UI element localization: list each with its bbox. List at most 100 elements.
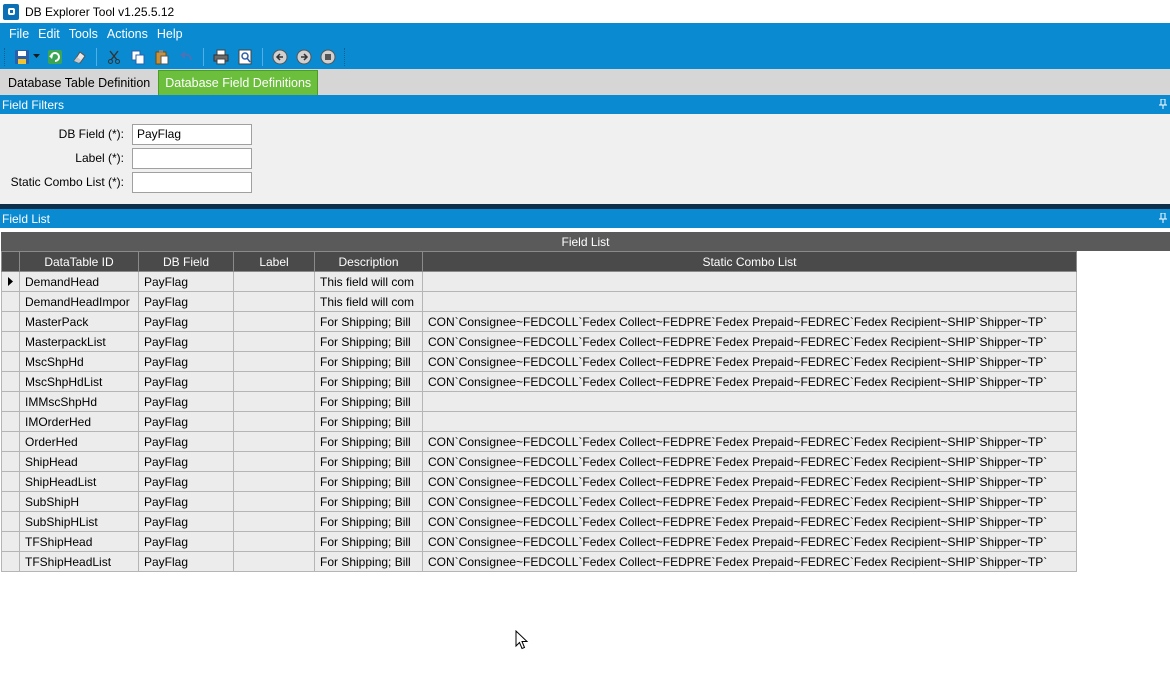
table-row[interactable]: IMOrderHed PayFlag For Shipping; Bill xyxy=(1,411,1077,432)
back-icon[interactable] xyxy=(271,48,289,66)
cell-label[interactable] xyxy=(233,471,315,492)
cell-description[interactable]: For Shipping; Bill xyxy=(314,411,423,432)
pin-icon[interactable] xyxy=(1159,213,1167,223)
cell-datatable-id[interactable]: MscShpHdList xyxy=(19,371,139,392)
cell-db-field[interactable]: PayFlag xyxy=(138,451,234,472)
menu-edit[interactable]: Edit xyxy=(38,27,60,41)
row-selector[interactable] xyxy=(1,391,20,412)
clear-icon[interactable] xyxy=(70,48,88,66)
tab-database-field-definitions[interactable]: Database Field Definitions xyxy=(158,70,319,95)
row-selector[interactable] xyxy=(1,411,20,432)
row-selector[interactable] xyxy=(1,331,20,352)
cell-static-combo-list[interactable]: CON`Consignee~FEDCOLL`Fedex Collect~FEDP… xyxy=(422,451,1077,472)
cell-static-combo-list[interactable] xyxy=(422,391,1077,412)
cell-db-field[interactable]: PayFlag xyxy=(138,471,234,492)
table-row[interactable]: MasterPack PayFlag For Shipping; Bill CON`C… xyxy=(1,311,1077,332)
cell-label[interactable] xyxy=(233,431,315,452)
cell-datatable-id[interactable]: IMOrderHed xyxy=(19,411,139,432)
menu-help[interactable]: Help xyxy=(157,27,183,41)
table-row[interactable]: SubShipH PayFlag For Shipping; Bill CON`Con… xyxy=(1,491,1077,512)
cell-datatable-id[interactable]: SubShipHList xyxy=(19,511,139,532)
cell-datatable-id[interactable]: DemandHead xyxy=(19,271,139,292)
cut-icon[interactable] xyxy=(105,48,123,66)
cell-datatable-id[interactable]: OrderHed xyxy=(19,431,139,452)
cell-description[interactable]: For Shipping; Bill xyxy=(314,431,423,452)
table-row[interactable]: ShipHead PayFlag For Shipping; Bill CON`Con… xyxy=(1,451,1077,472)
undo-icon[interactable] xyxy=(177,48,195,66)
cell-db-field[interactable]: PayFlag xyxy=(138,271,234,292)
cell-static-combo-list[interactable] xyxy=(422,411,1077,432)
row-selector[interactable] xyxy=(1,311,20,332)
cell-datatable-id[interactable]: SubShipH xyxy=(19,491,139,512)
column-header-datatable-id[interactable]: DataTable ID xyxy=(19,251,139,272)
cell-description[interactable]: This field will com xyxy=(314,271,423,292)
row-selector[interactable] xyxy=(1,491,20,512)
cell-datatable-id[interactable]: TFShipHeadList xyxy=(19,551,139,572)
cell-label[interactable] xyxy=(233,511,315,532)
menu-actions[interactable]: Actions xyxy=(107,27,148,41)
row-selector[interactable] xyxy=(1,551,20,572)
cell-datatable-id[interactable]: MasterpackList xyxy=(19,331,139,352)
cell-db-field[interactable]: PayFlag xyxy=(138,371,234,392)
print-preview-icon[interactable] xyxy=(236,48,254,66)
column-header-label[interactable]: Label xyxy=(233,251,315,272)
cell-label[interactable] xyxy=(233,531,315,552)
cell-static-combo-list[interactable]: CON`Consignee~FEDCOLL`Fedex Collect~FEDP… xyxy=(422,511,1077,532)
cell-static-combo-list[interactable]: CON`Consignee~FEDCOLL`Fedex Collect~FEDP… xyxy=(422,431,1077,452)
cell-datatable-id[interactable]: TFShipHead xyxy=(19,531,139,552)
save-icon[interactable] xyxy=(13,48,31,66)
stop-icon[interactable] xyxy=(319,48,337,66)
cell-static-combo-list[interactable]: CON`Consignee~FEDCOLL`Fedex Collect~FEDP… xyxy=(422,371,1077,392)
row-selector[interactable] xyxy=(1,531,20,552)
column-header-description[interactable]: Description xyxy=(314,251,423,272)
table-row[interactable]: IMMscShpHd PayFlag For Shipping; Bill xyxy=(1,391,1077,412)
cell-static-combo-list[interactable]: CON`Consignee~FEDCOLL`Fedex Collect~FEDP… xyxy=(422,551,1077,572)
row-selector[interactable] xyxy=(1,271,20,292)
cell-description[interactable]: For Shipping; Bill xyxy=(314,451,423,472)
cell-db-field[interactable]: PayFlag xyxy=(138,511,234,532)
cell-description[interactable]: For Shipping; Bill xyxy=(314,351,423,372)
cell-db-field[interactable]: PayFlag xyxy=(138,531,234,552)
cell-static-combo-list[interactable]: CON`Consignee~FEDCOLL`Fedex Collect~FEDP… xyxy=(422,471,1077,492)
cell-label[interactable] xyxy=(233,351,315,372)
cell-db-field[interactable]: PayFlag xyxy=(138,411,234,432)
row-selector[interactable] xyxy=(1,291,20,312)
cell-static-combo-list[interactable]: CON`Consignee~FEDCOLL`Fedex Collect~FEDP… xyxy=(422,331,1077,352)
cell-static-combo-list[interactable]: CON`Consignee~FEDCOLL`Fedex Collect~FEDP… xyxy=(422,491,1077,512)
cell-label[interactable] xyxy=(233,491,315,512)
cell-db-field[interactable]: PayFlag xyxy=(138,391,234,412)
cell-datatable-id[interactable]: IMMscShpHd xyxy=(19,391,139,412)
cell-static-combo-list[interactable]: CON`Consignee~FEDCOLL`Fedex Collect~FEDP… xyxy=(422,531,1077,552)
cell-description[interactable]: For Shipping; Bill xyxy=(314,391,423,412)
table-row[interactable]: SubShipHList PayFlag For Shipping; Bill CON… xyxy=(1,511,1077,532)
table-row[interactable]: MscShpHd PayFlag For Shipping; Bill CON`Con… xyxy=(1,351,1077,372)
toolbar-grip[interactable] xyxy=(4,47,7,66)
cell-label[interactable] xyxy=(233,291,315,312)
cell-datatable-id[interactable]: MscShpHd xyxy=(19,351,139,372)
table-row[interactable]: OrderHed PayFlag For Shipping; Bill CON`Con… xyxy=(1,431,1077,452)
cell-static-combo-list[interactable] xyxy=(422,271,1077,292)
row-selector[interactable] xyxy=(1,471,20,492)
static-combo-list-input[interactable] xyxy=(132,171,252,193)
cell-label[interactable] xyxy=(233,411,315,432)
cell-label[interactable] xyxy=(233,451,315,472)
pin-icon[interactable] xyxy=(1159,99,1167,109)
table-row[interactable]: TFShipHeadList PayFlag For Shipping; Bill C… xyxy=(1,551,1077,572)
cell-description[interactable]: This field will com xyxy=(314,291,423,312)
tab-database-table-definition[interactable]: Database Table Definition xyxy=(2,71,156,95)
cell-static-combo-list[interactable]: CON`Consignee~FEDCOLL`Fedex Collect~FEDP… xyxy=(422,351,1077,372)
cell-label[interactable] xyxy=(233,271,315,292)
cell-db-field[interactable]: PayFlag xyxy=(138,351,234,372)
cell-description[interactable]: For Shipping; Bill xyxy=(314,311,423,332)
cell-description[interactable]: For Shipping; Bill xyxy=(314,491,423,512)
table-row[interactable]: DemandHeadImpor PayFlag This field will co… xyxy=(1,291,1077,312)
cell-datatable-id[interactable]: DemandHeadImpor xyxy=(19,291,139,312)
cell-label[interactable] xyxy=(233,551,315,572)
cell-datatable-id[interactable]: ShipHeadList xyxy=(19,471,139,492)
db-field-input[interactable] xyxy=(132,123,252,145)
row-selector[interactable] xyxy=(1,371,20,392)
cell-description[interactable]: For Shipping; Bill xyxy=(314,371,423,392)
cell-db-field[interactable]: PayFlag xyxy=(138,491,234,512)
cell-label[interactable] xyxy=(233,371,315,392)
cell-datatable-id[interactable]: MasterPack xyxy=(19,311,139,332)
